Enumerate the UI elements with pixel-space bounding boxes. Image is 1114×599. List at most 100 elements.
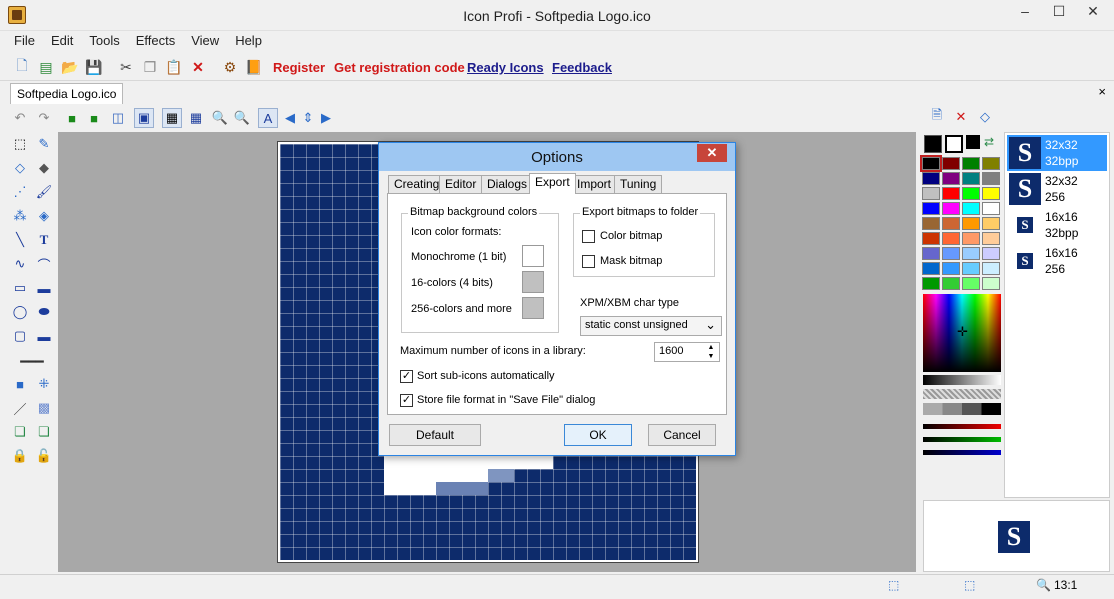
new-file-icon[interactable]: 🗋	[12, 57, 32, 77]
cube-icon[interactable]: ◫	[108, 108, 128, 128]
palette-color-swatch[interactable]	[942, 172, 960, 185]
green-channel-slider[interactable]	[923, 437, 1001, 442]
glow-icon[interactable]: ▩	[34, 398, 54, 418]
filled-ellipse-icon[interactable]: ⬬	[34, 302, 54, 322]
blue-channel-slider[interactable]	[923, 450, 1001, 455]
delete-image-icon[interactable]: ✕	[952, 107, 970, 127]
text-tool-icon[interactable]: T	[34, 230, 54, 250]
mask-bitmap-checkbox[interactable]	[582, 255, 595, 268]
fill-icon[interactable]: ◈	[34, 206, 54, 226]
transparent-icon[interactable]: ⁜	[34, 374, 54, 394]
rounded-rect-icon[interactable]: ▢	[10, 326, 30, 346]
256-colors-swatch[interactable]	[522, 297, 544, 319]
palette-color-swatch[interactable]	[922, 217, 940, 230]
document-tab[interactable]: Softpedia Logo.ico	[10, 83, 124, 104]
palette-color-swatch[interactable]	[942, 277, 960, 290]
palette-color-swatch[interactable]	[922, 277, 940, 290]
palette-color-swatch[interactable]	[962, 247, 980, 260]
tab-dialogs[interactable]: Dialogs	[481, 175, 534, 193]
brush-icon[interactable]: 🖌	[34, 182, 54, 202]
preview-mode-icon[interactable]: ▣	[134, 108, 154, 128]
delete-icon[interactable]: ✕	[188, 57, 208, 77]
ok-button[interactable]: OK	[564, 424, 632, 446]
text-icon[interactable]: A	[258, 108, 278, 128]
palette-color-swatch[interactable]	[982, 262, 1000, 275]
palette-color-swatch[interactable]	[922, 247, 940, 260]
palette-color-swatch[interactable]	[962, 202, 980, 215]
new-library-icon[interactable]: ▤	[36, 57, 56, 77]
save-icon[interactable]: 💾	[84, 57, 104, 77]
add-image-icon[interactable]: ■	[62, 108, 82, 128]
sort-subicons-checkbox[interactable]: ✓	[400, 370, 413, 383]
menu-help[interactable]: Help	[227, 31, 270, 49]
palette-color-swatch[interactable]	[982, 202, 1000, 215]
screen-color[interactable]	[966, 135, 980, 149]
dropper-icon[interactable]: ⋰	[10, 182, 30, 202]
move-left-icon[interactable]: ◀	[280, 108, 300, 128]
size-item[interactable]: S 16x16 32bpp	[1007, 207, 1107, 243]
unlock-icon[interactable]: 🔓	[34, 446, 54, 466]
resources-icon[interactable]: ⚙	[220, 57, 240, 77]
palette-color-swatch[interactable]	[982, 277, 1000, 290]
feedback-link[interactable]: Feedback	[552, 60, 612, 75]
add-image-copy-icon[interactable]: ■	[84, 108, 104, 128]
spray-icon[interactable]: ⁂	[10, 206, 30, 226]
dialog-close-button[interactable]: ✕	[697, 144, 727, 162]
palette-color-swatch[interactable]	[942, 247, 960, 260]
red-channel-slider[interactable]	[923, 424, 1001, 429]
grid-icon[interactable]: ▦	[162, 108, 182, 128]
palette-color-swatch[interactable]	[942, 157, 960, 170]
register-link[interactable]: Register	[273, 60, 325, 75]
palette-color-swatch[interactable]	[962, 157, 980, 170]
lock-icon[interactable]: 🔒	[10, 446, 30, 466]
palette-color-swatch[interactable]	[922, 187, 940, 200]
monochrome-color-swatch[interactable]	[522, 245, 544, 267]
line-width-icon[interactable]: ━━━	[8, 352, 56, 372]
maximize-button[interactable]: ☐	[1042, 0, 1076, 22]
palette-color-swatch[interactable]	[982, 172, 1000, 185]
color-eraser-icon[interactable]: ◆	[34, 158, 54, 178]
move-vertical-icon[interactable]: ⇕	[298, 108, 318, 128]
ellipse-icon[interactable]: ◯	[10, 302, 30, 322]
palette-color-swatch[interactable]	[962, 187, 980, 200]
palette-color-swatch[interactable]	[942, 232, 960, 245]
zoom-in-icon[interactable]: 🔍	[210, 108, 230, 128]
ready-icons-link[interactable]: Ready Icons	[467, 60, 544, 75]
close-button[interactable]: ✕	[1076, 0, 1110, 22]
palette-color-swatch[interactable]	[982, 217, 1000, 230]
palette-color-swatch[interactable]	[962, 217, 980, 230]
16-colors-swatch[interactable]	[522, 271, 544, 293]
store-format-checkbox[interactable]: ✓	[400, 394, 413, 407]
undo-icon[interactable]: ↶	[10, 108, 30, 128]
minimize-button[interactable]: –	[1008, 0, 1042, 22]
layers-icon[interactable]: ❏	[10, 422, 30, 442]
palette-color-swatch[interactable]	[962, 262, 980, 275]
copy-icon[interactable]: ❐	[140, 57, 160, 77]
color-bitmap-checkbox[interactable]	[582, 230, 595, 243]
gray-steps-bar[interactable]	[923, 403, 1001, 415]
gray-gradient-bar[interactable]	[923, 375, 1001, 385]
palette-color-swatch[interactable]	[982, 187, 1000, 200]
icon-properties-icon[interactable]: 🗎	[928, 107, 946, 127]
redo-icon[interactable]: ↷	[34, 108, 54, 128]
book-icon[interactable]: 📙	[244, 57, 264, 77]
tab-tuning[interactable]: Tuning	[614, 175, 663, 193]
size-item[interactable]: S 32x32 32bpp	[1007, 135, 1107, 171]
curve-icon[interactable]: ∿	[10, 254, 30, 274]
pattern-bar[interactable]	[923, 389, 1001, 399]
palette-color-swatch[interactable]	[962, 232, 980, 245]
palette-color-swatch[interactable]	[962, 172, 980, 185]
palette-color-swatch[interactable]	[982, 247, 1000, 260]
rect-select-icon[interactable]: ⬚	[10, 134, 30, 154]
line-icon[interactable]: ╲	[10, 230, 30, 250]
tab-creating[interactable]: Creating	[388, 175, 446, 193]
filled-rectangle-icon[interactable]: ▬	[34, 278, 54, 298]
size-item[interactable]: S 32x32 256	[1007, 171, 1107, 207]
palette-color-swatch[interactable]	[962, 277, 980, 290]
transparent-color[interactable]	[945, 135, 963, 153]
palette-color-swatch[interactable]	[942, 262, 960, 275]
pencil-icon[interactable]: ✎	[34, 134, 54, 154]
palette-color-swatch[interactable]	[922, 172, 940, 185]
swap-colors-icon[interactable]: ⇄	[984, 135, 1000, 151]
palette-color-swatch[interactable]	[922, 262, 940, 275]
